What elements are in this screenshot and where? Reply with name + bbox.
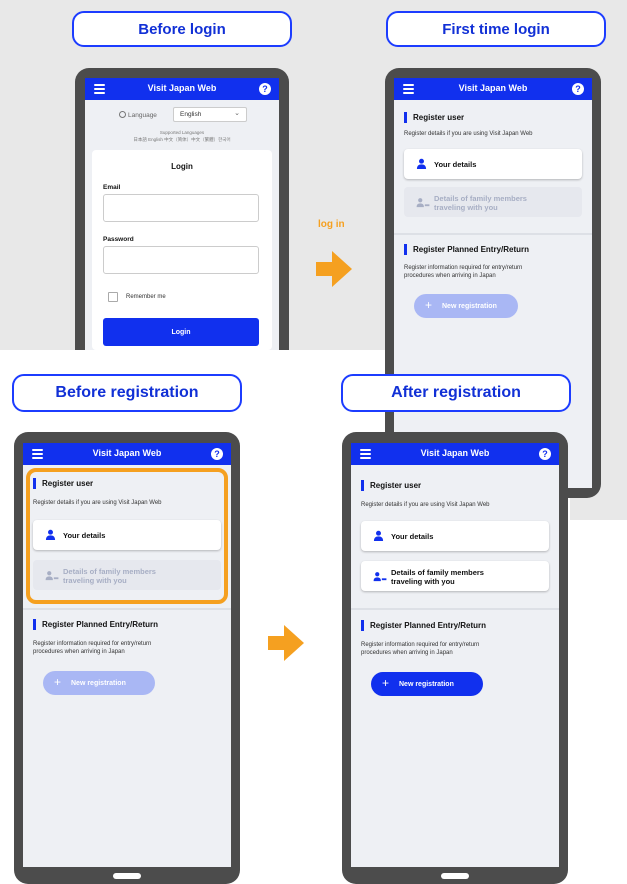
home-indicator <box>441 873 469 879</box>
caption-after-registration: After registration <box>341 374 571 412</box>
login-card: Login Email Password Remember me Login <box>92 150 272 350</box>
arrow-right-icon <box>268 625 304 661</box>
supported-languages-title: Supported Languages <box>159 130 205 135</box>
family-details-card[interactable]: Details of family members traveling with … <box>361 561 549 591</box>
question-circle-icon[interactable]: ? <box>539 448 551 460</box>
register-user-title: Register user <box>361 480 421 491</box>
your-details-label: Your details <box>434 160 477 169</box>
plus-icon: + <box>382 676 390 690</box>
supported-languages-list: 日本語 English 中文（简体）中文（繁體）한국어 <box>133 137 231 142</box>
your-details-card[interactable]: Your details <box>361 521 549 551</box>
app-title: Visit Japan Web <box>420 448 490 458</box>
app-topbar: Visit Japan Web ? <box>85 78 279 100</box>
section-divider <box>23 608 231 610</box>
email-label: Email <box>103 184 121 191</box>
your-details-label: Your details <box>391 532 434 541</box>
phone-before-login: Visit Japan Web ? Language English ⌄ Sup… <box>75 68 289 350</box>
section-divider <box>394 233 592 235</box>
planned-entry-title: Register Planned Entry/Return <box>361 620 486 631</box>
app-title: Visit Japan Web <box>92 448 162 458</box>
login-button[interactable]: Login <box>103 318 259 346</box>
plus-icon: + <box>54 675 62 689</box>
login-screen: Visit Japan Web ? Language English ⌄ Sup… <box>85 78 279 350</box>
group-icon <box>373 572 387 582</box>
before-registration-screen: Visit Japan Web ? Register user Register… <box>23 443 231 867</box>
email-field[interactable] <box>103 194 259 222</box>
app-topbar: Visit Japan Web ? <box>23 443 231 465</box>
register-user-title: Register user <box>404 112 464 123</box>
arrow-label: log in <box>318 219 345 230</box>
planned-entry-desc: Register information required for entry/… <box>361 642 480 656</box>
first-login-screen: Visit Japan Web ? Register user Register… <box>394 78 592 488</box>
new-registration-label: New registration <box>442 302 497 310</box>
planned-entry-desc: Register information required for entry/… <box>404 265 523 279</box>
question-circle-icon[interactable]: ? <box>211 448 223 460</box>
person-icon <box>373 530 384 541</box>
remember-label: Remember me <box>126 294 166 300</box>
question-circle-icon[interactable]: ? <box>572 83 584 95</box>
app-title: Visit Japan Web <box>147 83 217 93</box>
new-registration-button[interactable]: + New registration <box>414 294 518 318</box>
new-registration-button[interactable]: + New registration <box>43 671 155 695</box>
person-icon <box>416 158 427 169</box>
plus-icon: + <box>425 298 433 312</box>
question-circle-icon[interactable]: ? <box>259 83 271 95</box>
language-select[interactable]: English ⌄ <box>173 107 247 122</box>
language-label: Language <box>119 111 157 119</box>
section-divider <box>351 608 559 610</box>
group-icon <box>416 198 430 208</box>
login-button-label: Login <box>171 328 191 336</box>
register-user-highlight <box>26 468 228 604</box>
language-value: English <box>180 111 202 118</box>
app-topbar: Visit Japan Web ? <box>351 443 559 465</box>
app-topbar: Visit Japan Web ? <box>394 78 592 100</box>
family-details-label: Details of family members traveling with … <box>434 194 527 212</box>
app-title: Visit Japan Web <box>458 83 528 93</box>
home-indicator <box>113 873 141 879</box>
family-details-card[interactable]: Details of family members traveling with … <box>404 187 582 217</box>
your-details-card[interactable]: Your details <box>404 149 582 179</box>
new-registration-label: New registration <box>71 679 126 687</box>
family-details-label: Details of family members traveling with … <box>391 568 484 586</box>
password-label: Password <box>103 236 134 243</box>
after-registration-screen: Visit Japan Web ? Register user Register… <box>351 443 559 867</box>
login-card-title: Login <box>171 162 193 171</box>
phone-before-registration: Visit Japan Web ? Register user Register… <box>14 432 240 884</box>
planned-entry-title: Register Planned Entry/Return <box>404 244 529 255</box>
chevron-down-icon: ⌄ <box>234 110 240 117</box>
caption-before-login: Before login <box>72 11 292 47</box>
register-user-desc: Register details if you are using Visit … <box>361 502 490 508</box>
new-registration-label: New registration <box>399 680 454 688</box>
caption-first-time-login: First time login <box>386 11 606 47</box>
remember-checkbox[interactable] <box>108 292 118 302</box>
phone-after-registration: Visit Japan Web ? Register user Register… <box>342 432 568 884</box>
planned-entry-desc: Register information required for entry/… <box>33 641 152 655</box>
register-user-desc: Register details if you are using Visit … <box>404 131 533 137</box>
planned-entry-title: Register Planned Entry/Return <box>33 619 158 630</box>
new-registration-button[interactable]: + New registration <box>371 672 483 696</box>
globe-icon <box>119 111 126 118</box>
caption-before-registration: Before registration <box>12 374 242 412</box>
arrow-right-icon <box>316 251 352 287</box>
password-field[interactable] <box>103 246 259 274</box>
